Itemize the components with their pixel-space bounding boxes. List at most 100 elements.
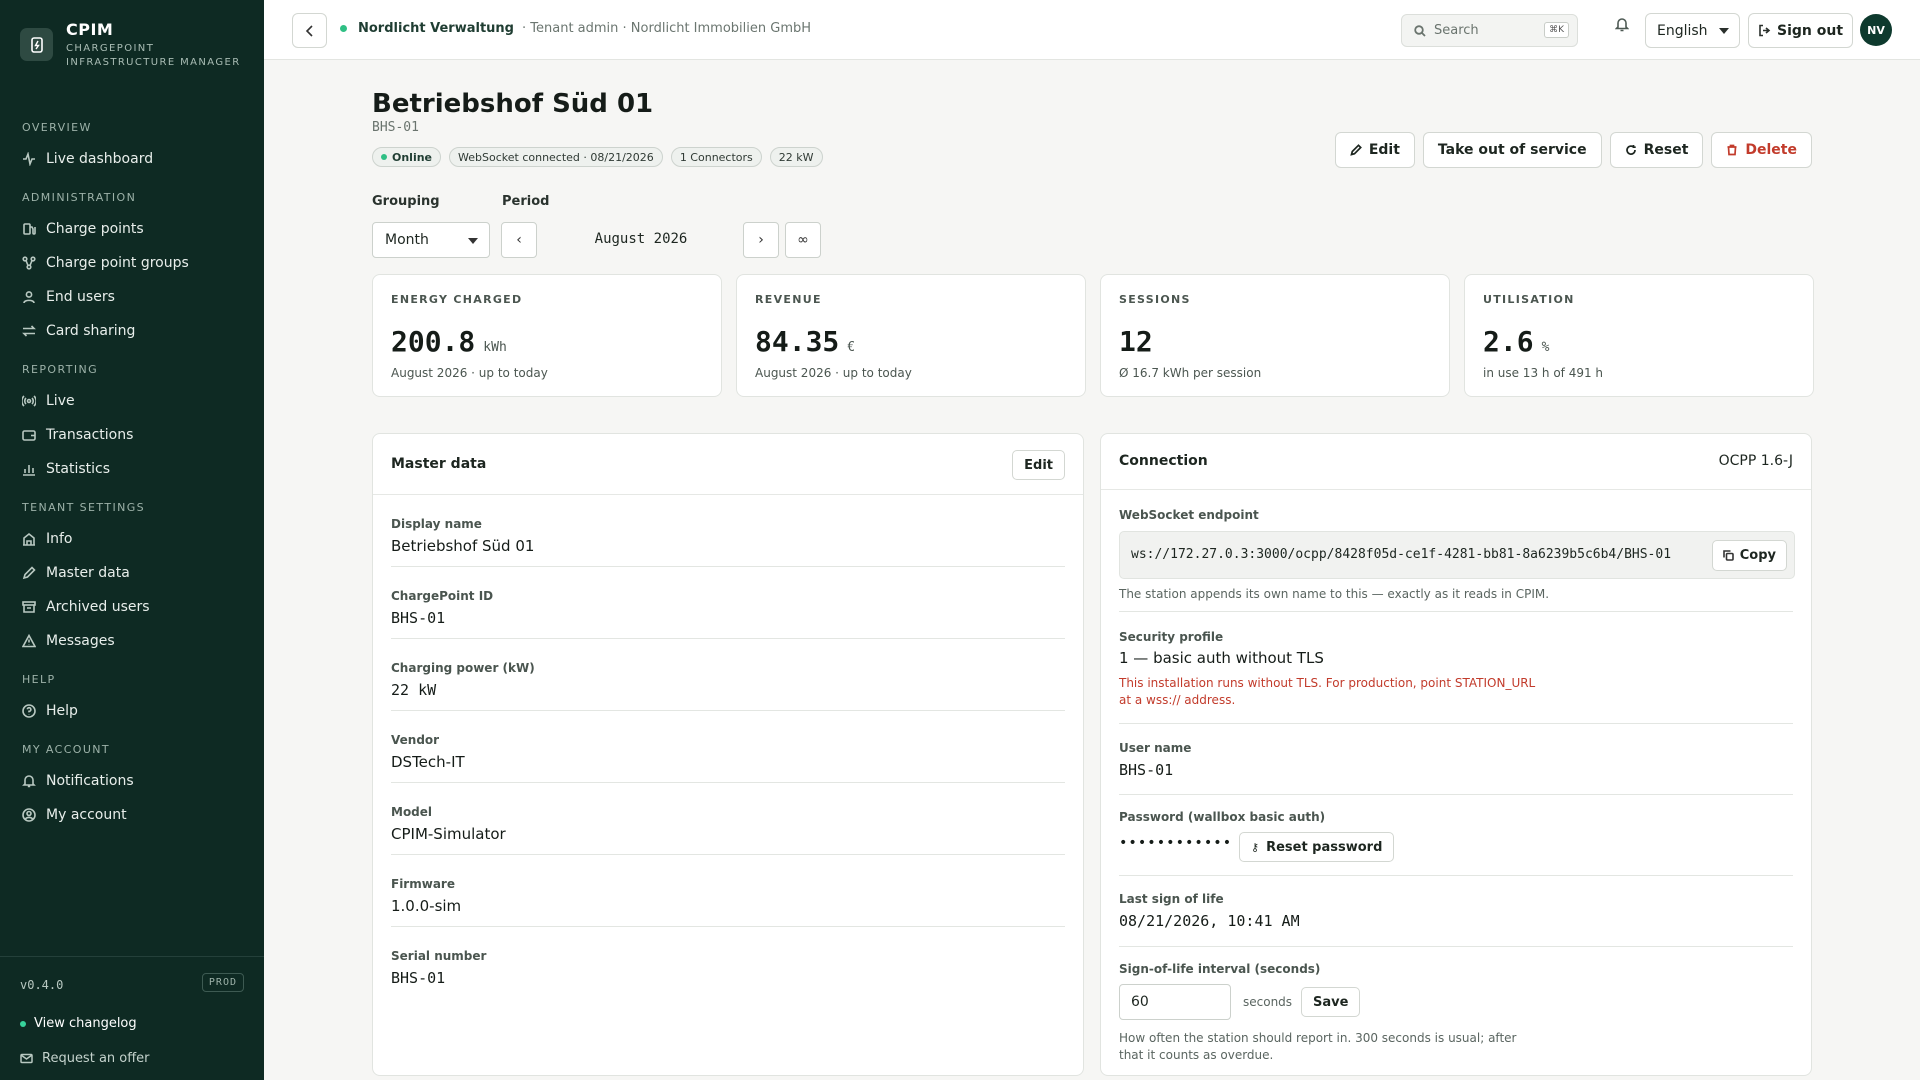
sidebar-item-archived-users[interactable]: Archived users [0,590,264,624]
reset-password-button[interactable]: ⚷ Reset password [1239,832,1395,862]
field-chargepoint-id: ChargePoint ID BHS-01 [391,567,1065,639]
brand-name: CPIM [66,20,114,39]
reset-button[interactable]: Reset [1609,132,1704,168]
tenant-status-dot [340,25,347,32]
connection-card: Connection OCPP 1.6-J WebSocket endpoint… [1100,433,1812,1076]
master-data-edit-button[interactable]: Edit [1012,450,1065,480]
page-title: Betriebshof Süd 01 [372,89,654,119]
sidebar-item-charge-points[interactable]: Charge points [0,212,264,246]
chevron-right-icon: › [758,232,764,248]
page-subtitle: BHS-01 [372,120,419,135]
help-icon [22,704,36,718]
search-placeholder: Search [1434,23,1479,38]
nav-section-administration: ADMINISTRATION [22,191,137,204]
user-icon [23,291,35,304]
sidebar-item-end-users[interactable]: End users [0,280,264,314]
pencil-icon [22,566,36,580]
search-input[interactable]: Search ⌘K [1401,14,1578,47]
copy-button[interactable]: Copy [1711,540,1787,571]
period-value: August 2026 [594,231,688,247]
field-display-name: Display name Betriebshof Süd 01 [391,495,1065,567]
refresh-icon [1625,145,1636,155]
sidebar-item-card-sharing[interactable]: Card sharing [0,314,264,348]
interval-unit: seconds [1243,995,1293,1009]
kpi-sessions: SESSIONS 12 Ø 16.7 kWh per session [1100,274,1450,397]
key-icon: ⚷ [1251,840,1260,854]
env-badge: PROD [201,973,244,992]
next-period-button[interactable]: › [743,222,779,258]
request-offer-link[interactable]: Request an offer [20,1051,150,1066]
sidebar-item-my-account[interactable]: My account [0,798,264,832]
copy-icon [1722,550,1734,561]
edit-button[interactable]: Edit [1334,132,1415,168]
grouping-label: Grouping [372,194,440,209]
delete-button[interactable]: Delete [1711,132,1812,168]
brand[interactable]: CPIM CHARGEPOINT INFRASTRUCTURE MANAGER [20,20,241,70]
grouping-select[interactable]: Month [372,222,490,258]
nav-section-my-account: MY ACCOUNT [22,743,111,756]
previous-period-button[interactable]: ‹ [501,222,537,258]
security-warning: This installation runs without TLS. For … [1119,676,1536,707]
nav-section-help: HELP [22,673,56,686]
chevron-down-icon [1719,28,1729,34]
period-label: Period [502,194,550,209]
arrows-icon [22,325,36,337]
avatar[interactable]: NV [1860,14,1892,46]
sidebar-item-live[interactable]: Live [0,384,264,418]
mail-icon [20,1053,33,1064]
chevron-left-icon [305,24,313,37]
websocket-badge: WebSocket connected · 08/21/2026 [449,147,663,167]
take-out-of-service-button[interactable]: Take out of service [1422,132,1602,168]
field-serial-number: Serial number BHS-01 [391,949,487,987]
sidebar-item-notifications[interactable]: Notifications [0,764,264,798]
notifications-bell-icon[interactable] [1614,16,1630,36]
master-data-card: Master data Edit Display name Betriebsho… [372,433,1084,1076]
last-sign-of-life-section: Last sign of life 08/21/2026, 10:41 AM [1119,876,1793,947]
interval-input[interactable]: 60 [1119,984,1231,1020]
version-label: v0.4.0 [20,978,64,992]
websocket-endpoint-field: ws://172.27.0.3:3000/ocpp/8428f05d-ce1f-… [1119,531,1795,579]
sidebar-item-help[interactable]: Help [0,694,264,728]
view-changelog-link[interactable]: View changelog [20,1016,137,1031]
sidebar-item-messages[interactable]: Messages [0,624,264,658]
user-circle-icon [22,808,36,822]
building-icon [23,532,35,546]
back-button[interactable] [292,13,327,48]
tenant-name: Nordlicht Verwaltung [358,21,514,36]
sign-out-button[interactable]: Sign out [1748,13,1853,48]
nav-section-reporting: REPORTING [22,363,99,376]
sidebar-item-transactions[interactable]: Transactions [0,418,264,452]
sidebar-item-charge-point-groups[interactable]: Charge point groups [0,246,264,280]
fuel-pump-icon [23,223,36,235]
password-section: Password (wallbox basic auth) ••••••••••… [1119,795,1793,876]
nav-section-tenant-settings: TENANT SETTINGS [22,501,146,514]
wallet-icon [22,430,36,441]
all-time-button[interactable]: ∞ [785,222,821,258]
bar-chart-icon [23,465,35,476]
status-badges: Online WebSocket connected · 08/21/2026 … [372,147,831,167]
tenant-meta: · Tenant admin · Nordlicht Immobilien Gm… [522,21,812,36]
new-indicator-icon [20,1020,26,1027]
activity-icon [23,152,35,166]
connection-title: Connection [1119,453,1208,469]
tenant-indicator: Nordlicht Verwaltung · Tenant admin · No… [340,21,811,36]
sidebar-item-live-dashboard[interactable]: Live dashboard [0,142,264,176]
field-vendor: Vendor DSTech-IT [391,711,1065,783]
language-select[interactable]: English [1645,13,1740,48]
sidebar-item-master-data[interactable]: Master data [0,556,264,590]
sidebar-item-statistics[interactable]: Statistics [0,452,264,486]
sidebar-item-info[interactable]: Info [0,522,264,556]
network-icon [22,256,36,270]
kpi-energy-charged: ENERGY CHARGED 200.8 kWh August 2026 · up… [372,274,722,397]
sidebar-nav: OVERVIEW Live dashboard ADMINISTRATION C… [0,106,264,832]
kpi-revenue: REVENUE 84.35 € August 2026 · up to today [736,274,1086,397]
protocol-label: OCPP 1.6-J [1718,453,1793,469]
bell-icon [22,775,36,788]
save-button[interactable]: Save [1301,987,1361,1017]
infinity-icon: ∞ [797,232,809,248]
radio-icon [22,395,36,407]
alert-icon [22,634,36,648]
field-firmware: Firmware 1.0.0-sim [391,855,1065,927]
user-name-section: User name BHS-01 [1119,724,1793,795]
field-model: Model CPIM-Simulator [391,783,1065,855]
